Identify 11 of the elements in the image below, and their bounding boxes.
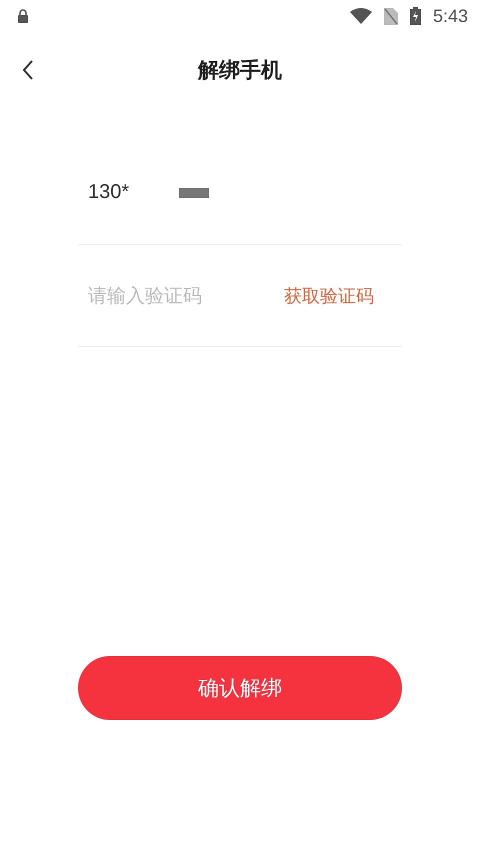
no-sim-icon	[384, 8, 398, 24]
lock-icon	[17, 9, 29, 23]
wifi-icon	[350, 8, 372, 24]
confirm-button[interactable]: 确认解绑	[78, 656, 402, 720]
get-code-link[interactable]: 获取验证码	[284, 284, 402, 308]
phone-number: 130*	[88, 181, 130, 204]
battery-charging-icon	[410, 7, 421, 25]
status-time: 5:43	[432, 6, 468, 26]
redaction-mark	[179, 188, 210, 198]
page-title: 解绑手机	[198, 57, 282, 84]
back-icon	[22, 60, 34, 80]
